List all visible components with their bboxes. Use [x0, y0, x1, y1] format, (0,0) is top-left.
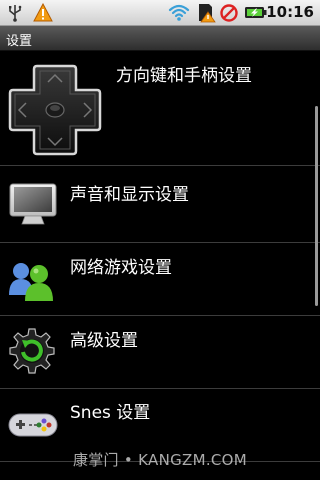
- sd-card-warning-icon: [199, 4, 216, 23]
- gear-refresh-icon: [9, 328, 55, 374]
- scrollbar[interactable]: [315, 106, 318, 306]
- watermark: 康掌门 • KANGZM.COM: [72, 451, 248, 469]
- usb-icon: [9, 5, 22, 22]
- dpad-icon: [8, 64, 102, 156]
- settings-list[interactable]: 方向键和手柄设置 声音和显示设置 网络游戏设置 高级设置 Snes 设置: [0, 51, 320, 480]
- page-title: 设置: [6, 34, 33, 49]
- settings-item-label: 声音和显示设置: [70, 185, 189, 205]
- snes-controller-icon: [8, 413, 58, 437]
- settings-item-netplay[interactable]: 网络游戏设置: [0, 243, 320, 315]
- settings-item-dpad[interactable]: 方向键和手柄设置: [0, 51, 320, 165]
- battery-charging-icon: [245, 7, 267, 18]
- settings-item-sound-display[interactable]: 声音和显示设置: [0, 166, 320, 242]
- no-sim-icon: [220, 4, 238, 22]
- status-bar: 10:16: [0, 0, 320, 26]
- monitor-icon: [9, 183, 57, 225]
- settings-item-label: 网络游戏设置: [70, 258, 172, 278]
- wifi-icon: [168, 4, 190, 21]
- buddies-icon: [9, 263, 53, 301]
- settings-item-label: Snes 设置: [70, 403, 151, 423]
- title-bar: 设置: [0, 26, 320, 51]
- settings-item-advanced[interactable]: 高级设置: [0, 316, 320, 388]
- warning-icon: [33, 3, 53, 22]
- settings-item-label: 方向键和手柄设置: [116, 66, 252, 86]
- settings-item-label: 高级设置: [70, 331, 138, 351]
- status-time: 10:16: [266, 3, 314, 21]
